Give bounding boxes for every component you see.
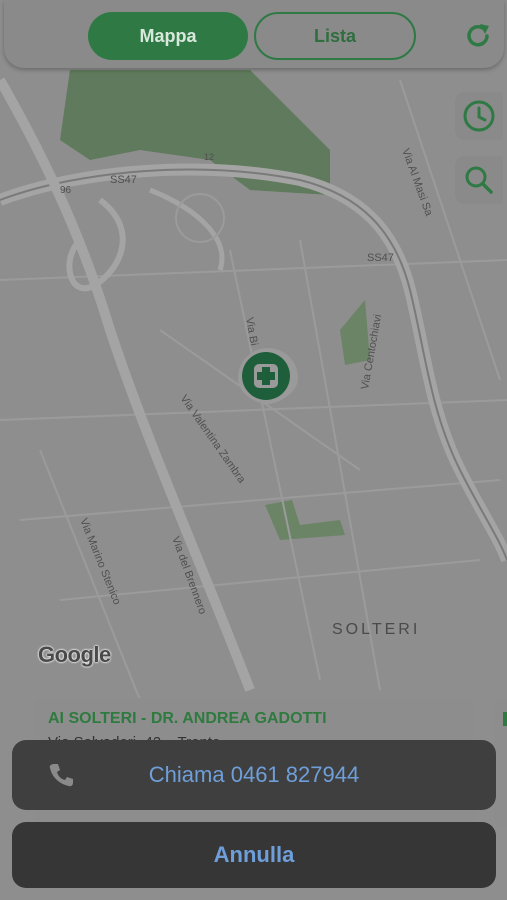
area-label-solteri: SOLTERI [332,621,420,638]
cancel-label: Annulla [213,842,295,867]
google-attribution: Google [38,642,111,667]
road-shield-96: 96 [60,185,72,196]
road-shield-12: 12 [204,152,214,162]
road-shield-ss47-2: SS47 [367,252,394,264]
pharmacy-name: AI SOLTERI - DR. ANDREA GADOTTI [48,710,327,727]
top-bar: Mappa Lista [4,0,504,68]
cancel-button[interactable]: Annulla [12,822,496,888]
refresh-icon[interactable] [462,20,494,52]
call-label: Chiama 0461 827944 [148,762,360,787]
clock-icon [463,100,495,132]
next-card-accent [503,712,507,726]
search-button[interactable] [455,156,503,204]
phone-icon [49,764,73,787]
call-button[interactable]: Chiama 0461 827944 [12,740,496,810]
history-button[interactable] [455,92,503,140]
tab-lista[interactable]: Lista [254,12,416,60]
tab-mappa[interactable]: Mappa [88,12,248,60]
search-icon [465,166,493,194]
road-shield-ss47: SS47 [110,174,137,186]
